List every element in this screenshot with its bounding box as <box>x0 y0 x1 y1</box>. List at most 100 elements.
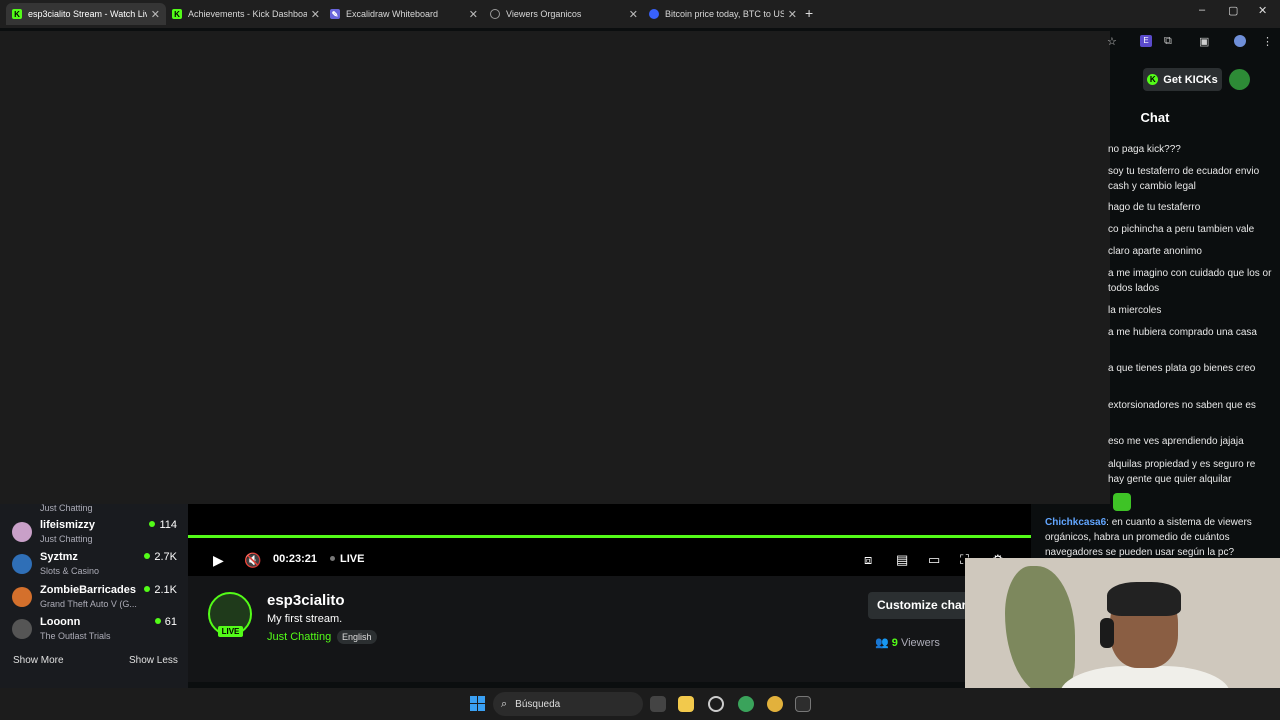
show-less-button[interactable]: Show Less <box>129 655 178 666</box>
play-icon[interactable]: ▶ <box>213 552 224 569</box>
kick-icon: K <box>172 9 182 19</box>
chat-username[interactable]: Chichkcasa6 <box>1045 517 1106 528</box>
chrome-profile-icon[interactable] <box>767 696 783 712</box>
live-dot-icon <box>144 586 151 592</box>
close-tab-icon[interactable]: ✕ <box>469 8 478 21</box>
plant-shape <box>1005 566 1075 696</box>
kick-coin-icon: K <box>1147 74 1159 85</box>
terminal-icon[interactable] <box>795 696 811 712</box>
language-tag[interactable]: English <box>337 630 377 644</box>
channel-category: Slots & Casino <box>40 566 100 576</box>
tab-excalidraw[interactable]: ✎ Excalidraw Whiteboard ✕ <box>324 3 484 25</box>
tab-bitcoin-price[interactable]: Bitcoin price today, BTC to USD ✕ <box>643 3 803 25</box>
user-avatar[interactable] <box>1229 69 1250 90</box>
close-tab-icon[interactable]: ✕ <box>311 8 320 21</box>
progress-bar[interactable] <box>188 535 1031 538</box>
chat-message: alquilas propiedad y es seguro re hay ge… <box>1108 459 1256 485</box>
close-tab-icon[interactable]: ✕ <box>629 8 638 21</box>
show-more-button[interactable]: Show More <box>13 655 64 666</box>
pip-icon[interactable]: ⧈ <box>864 552 872 568</box>
chat-message: co pichincha a peru tambien vale <box>1108 224 1255 235</box>
chat-message: a me imagino con cuidado que los or todo… <box>1108 268 1272 294</box>
stream-category-link[interactable]: Just Chatting <box>267 631 331 643</box>
live-badge: LIVE <box>218 626 243 637</box>
stream-title: My first stream. <box>267 613 343 625</box>
tab-title: Bitcoin price today, BTC to USD <box>665 9 784 19</box>
tab-title: esp3cialito Stream - Watch Live <box>28 9 147 19</box>
sidebar-channel-zombiebarricades[interactable]: ZombieBarricades Grand Theft Auto V (G..… <box>12 584 177 614</box>
channel-avatar <box>12 587 32 607</box>
browser-tab-strip: K esp3cialito Stream - Watch Live ✕ K Ac… <box>0 0 1280 28</box>
viewer-count: 114 <box>149 519 177 531</box>
users-icon: 👥 <box>875 637 889 649</box>
task-view-icon[interactable] <box>650 696 666 712</box>
extensions-puzzle-icon[interactable]: ⧉ <box>1164 35 1176 47</box>
new-tab-button[interactable]: + <box>805 5 813 21</box>
globe-icon <box>490 9 500 19</box>
recorder-icon[interactable] <box>708 696 724 712</box>
search-icon: ⌕ <box>501 697 508 710</box>
sidebar-channel-looonn[interactable]: Looonn The Outlast Trials 61 <box>12 616 177 646</box>
sidebar-channel-lifeismizzy[interactable]: lifeismizzy Just Chatting 114 <box>12 519 177 549</box>
mute-icon[interactable]: 🔇 <box>244 552 261 569</box>
clip-icon[interactable]: ▤ <box>896 552 908 568</box>
chat-message-full: Chichkcasa6: en cuanto a sistema de view… <box>1045 515 1267 560</box>
channel-name: ZombieBarricades <box>40 584 136 596</box>
theater-mode-icon[interactable]: ▭ <box>928 552 940 568</box>
viewer-count-value: 2.1K <box>154 584 177 596</box>
channel-avatar <box>12 619 32 639</box>
channel-category: Just Chatting <box>40 534 93 544</box>
get-kicks-label: Get KICKs <box>1163 73 1218 86</box>
customize-channel-button[interactable]: Customize char <box>868 592 968 619</box>
blank-overlay-window <box>0 31 1110 504</box>
tab-kick-dashboard[interactable]: K Achievements - Kick Dashboard ✕ <box>166 3 326 25</box>
tab-viewers-organicos[interactable]: Viewers Organicos ✕ <box>484 3 644 25</box>
profile-avatar-icon[interactable] <box>1234 35 1246 47</box>
close-tab-icon[interactable]: ✕ <box>151 8 160 21</box>
chat-message: eso me ves aprendiendo jajaja <box>1108 436 1244 447</box>
channel-avatar <box>12 522 32 542</box>
viewer-count-value: 9 <box>891 637 898 649</box>
viewers-label: Viewers <box>900 637 940 649</box>
viewer-count-value: 2.7K <box>154 551 177 563</box>
maximize-button[interactable]: ▢ <box>1228 4 1238 17</box>
windows-start-icon[interactable] <box>470 696 485 711</box>
tab-title: Excalidraw Whiteboard <box>346 9 439 19</box>
get-kicks-button[interactable]: K Get KICKs <box>1143 68 1222 91</box>
viewer-count-value: 114 <box>159 519 177 531</box>
viewer-count: 61 <box>154 616 177 628</box>
chat-emote-icon <box>1113 493 1131 511</box>
kick-icon: K <box>12 9 22 19</box>
live-label: LIVE <box>340 553 365 565</box>
search-placeholder: Búsqueda <box>515 698 561 710</box>
file-explorer-icon[interactable] <box>678 696 694 712</box>
chat-message: la miercoles <box>1108 305 1162 316</box>
live-dot-icon <box>144 553 151 559</box>
chat-message: soy tu testaferro de ecuador envio cash … <box>1108 166 1260 192</box>
side-panel-icon[interactable]: ▣ <box>1199 35 1211 48</box>
extension-e-icon[interactable]: E <box>1140 35 1152 47</box>
viewer-count-value: 61 <box>164 616 177 628</box>
chat-message: a me hubiera comprado una casa <box>1108 327 1257 338</box>
chat-message: hago de tu testaferro <box>1108 202 1201 213</box>
chrome-icon[interactable] <box>738 696 754 712</box>
chat-message: claro aparte anonimo <box>1108 246 1202 257</box>
coin-icon <box>649 9 659 19</box>
chat-message: extorsionadores no saben que es <box>1108 400 1256 411</box>
taskbar-search[interactable]: ⌕ Búsqueda <box>493 692 643 716</box>
close-tab-icon[interactable]: ✕ <box>788 8 797 21</box>
chat-message: no paga kick??? <box>1108 144 1181 155</box>
browser-menu-icon[interactable]: ⋮ <box>1262 35 1274 48</box>
stream-time: 00:23:21 <box>273 553 318 565</box>
live-dot-icon <box>330 556 335 561</box>
sidebar-channel-syztmz[interactable]: Syztmz Slots & Casino 2.7K <box>12 551 177 581</box>
bookmark-star-icon[interactable]: ☆ <box>1107 35 1119 48</box>
viewer-count: 2.1K <box>144 584 177 596</box>
chat-title: Chat <box>1140 110 1170 125</box>
channel-name[interactable]: esp3cialito <box>267 592 345 609</box>
live-indicator: LIVE <box>330 553 364 565</box>
close-window-button[interactable]: ✕ <box>1258 4 1267 17</box>
tab-kick-stream[interactable]: K esp3cialito Stream - Watch Live ✕ <box>6 3 166 25</box>
minimize-button[interactable]: – <box>1199 4 1205 16</box>
channel-name: lifeismizzy <box>40 519 96 531</box>
